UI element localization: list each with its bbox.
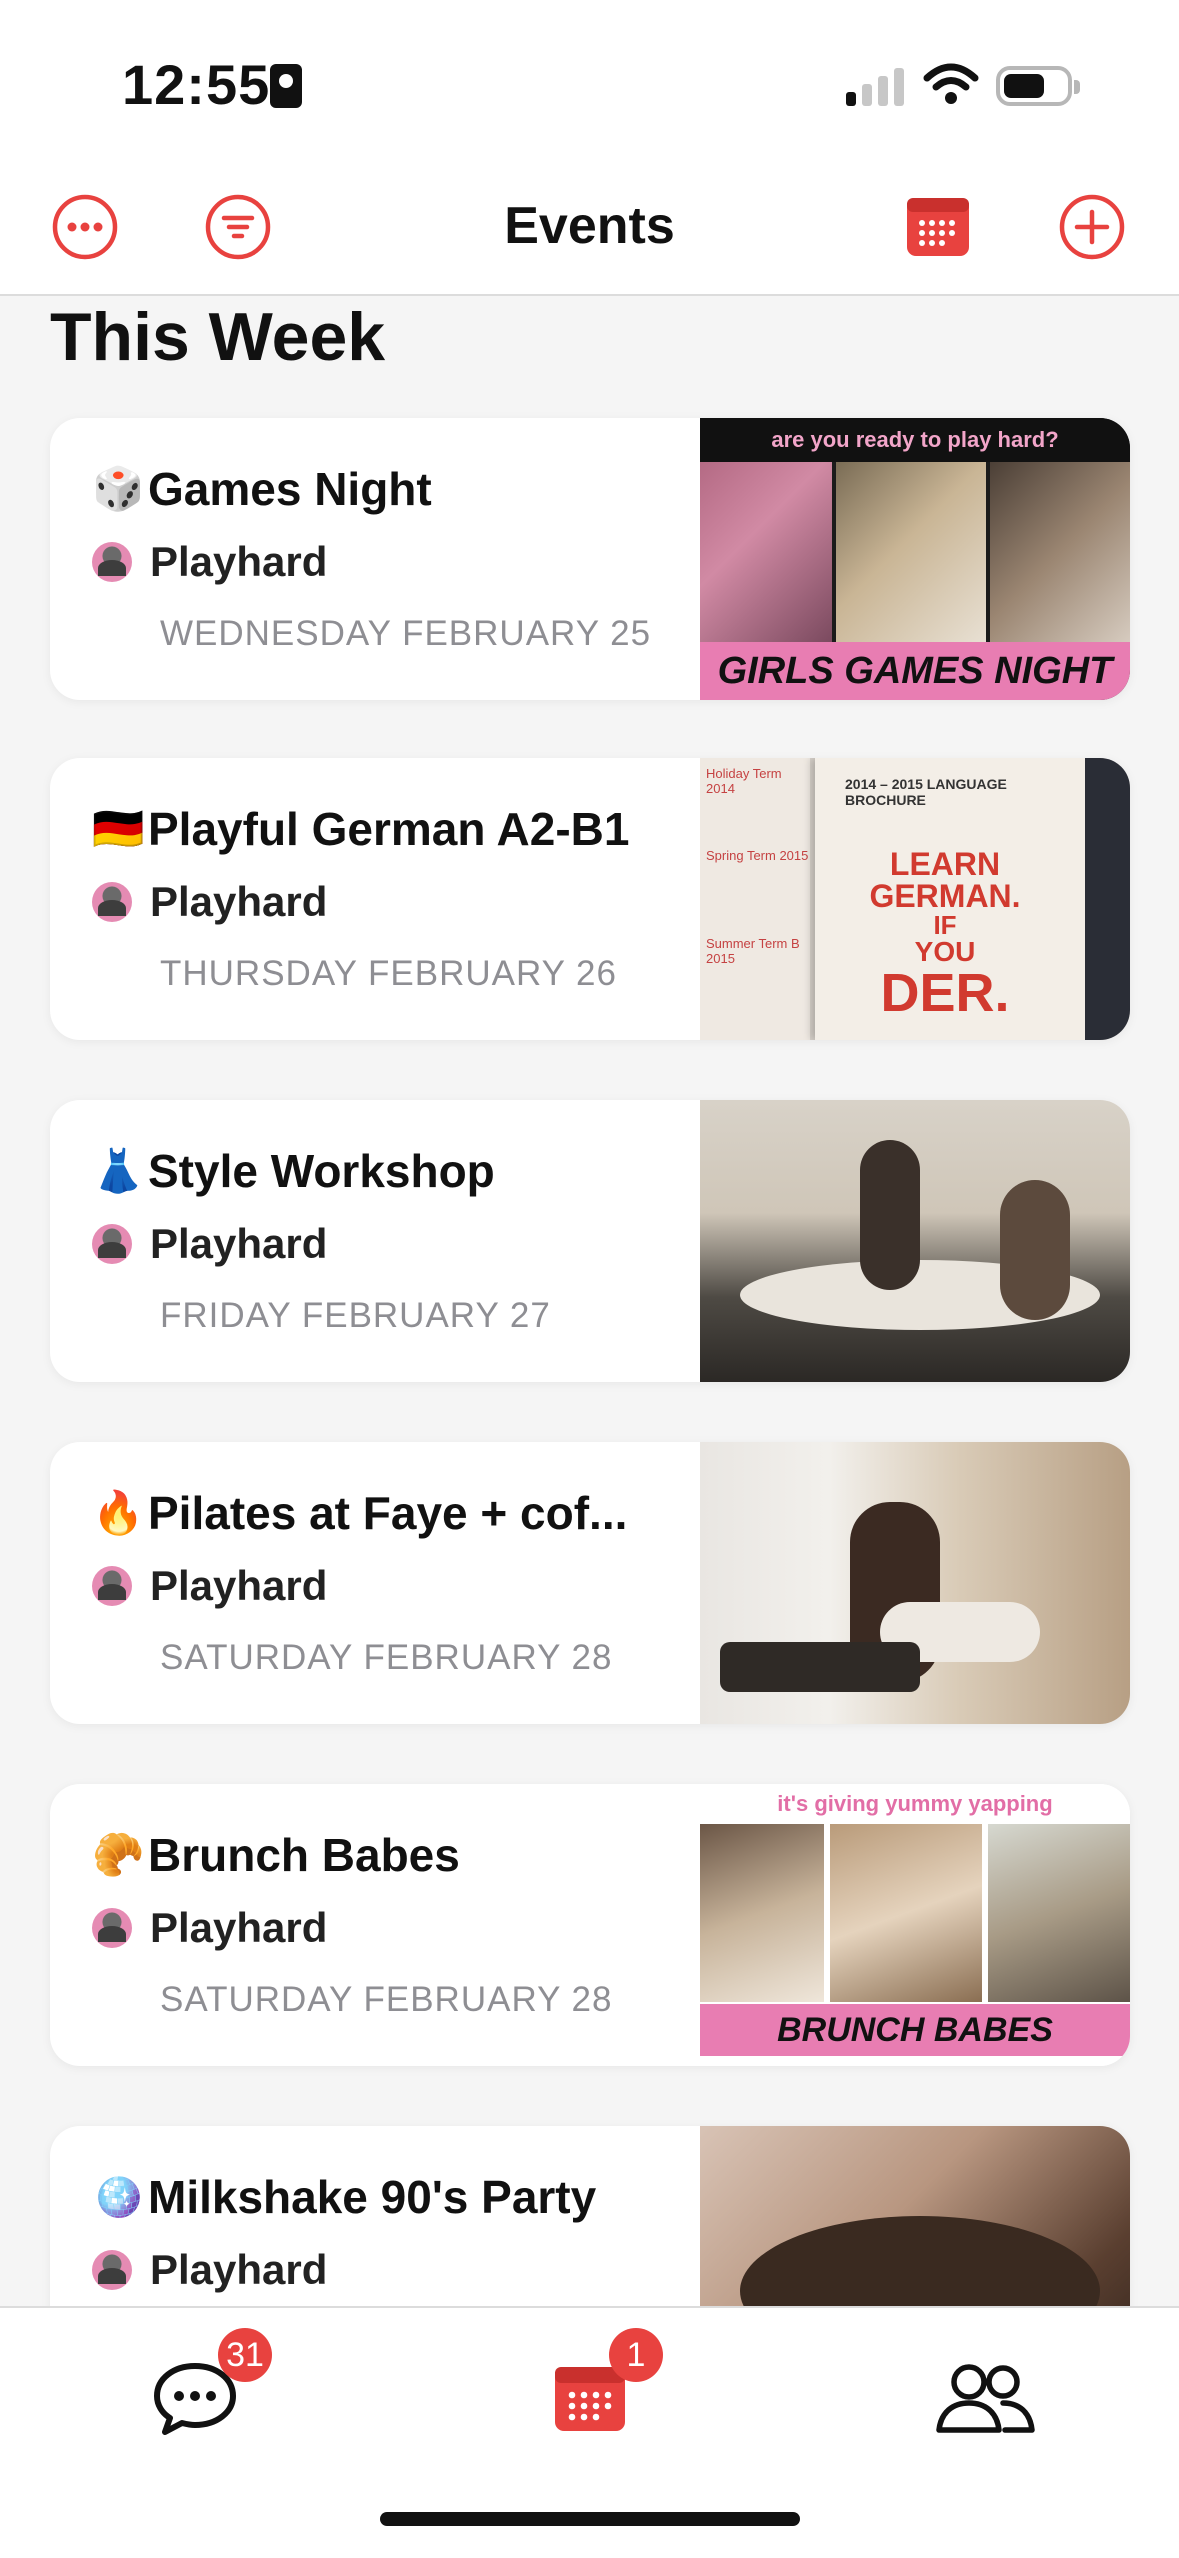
nav-bar: Events xyxy=(0,170,1179,296)
image-bottom-text: GIRLS GAMES NIGHT xyxy=(700,642,1130,700)
event-title: Playful German A2-B1 xyxy=(148,803,630,855)
people-icon xyxy=(936,2364,1035,2433)
fire-icon: 🔥 xyxy=(92,1488,145,1536)
dress-icon: 👗 xyxy=(92,1146,145,1194)
add-icon xyxy=(1059,194,1125,260)
event-title: Games Night xyxy=(148,463,432,515)
event-image xyxy=(700,1100,1130,1382)
croissant-icon: 🥐 xyxy=(92,1830,145,1878)
tab-chats[interactable]: 31 xyxy=(140,2328,272,2454)
event-card-games-night[interactable]: 🎲 Games Night Playhard WEDNESDAY FEBRUARY… xyxy=(50,418,1130,700)
event-date: WEDNESDAY FEBRUARY 25 xyxy=(160,614,652,653)
event-card-playful-german[interactable]: 🇩🇪 Playful German A2-B1 Playhard THURSDAY… xyxy=(50,758,1130,1040)
event-card-pilates[interactable]: 🔥 Pilates at Faye + cof... Playhard SATUR… xyxy=(50,1442,1130,1724)
battery-icon xyxy=(996,66,1080,106)
event-image xyxy=(700,1442,1130,1724)
home-indicator xyxy=(380,2512,800,2526)
wifi-icon xyxy=(923,63,979,104)
dice-icon: 🎲 xyxy=(92,464,145,512)
event-title: Pilates at Faye + cof... xyxy=(148,1487,628,1539)
event-title: Style Workshop xyxy=(148,1145,495,1197)
brochure-page: 2014 – 2015 LANGUAGE BROCHURE LEARN GERM… xyxy=(815,758,1085,1040)
host-avatar xyxy=(92,882,132,922)
tab-events[interactable]: 1 xyxy=(535,2328,663,2454)
host-avatar xyxy=(92,1908,132,1948)
calendar-icon xyxy=(907,198,969,256)
event-host: Playhard xyxy=(150,1904,328,1951)
event-host: Playhard xyxy=(150,878,328,925)
status-time: 12:55 xyxy=(122,53,271,116)
event-date: SATURDAY FEBRUARY 28 xyxy=(160,1980,613,2019)
event-image: are you ready to play hard? GIRLS GAMES … xyxy=(700,418,1130,700)
image-bottom-text: BRUNCH BABES xyxy=(700,2004,1130,2056)
calendar-icon xyxy=(555,2367,625,2431)
event-date: THURSDAY FEBRUARY 26 xyxy=(160,954,617,993)
id-card-icon xyxy=(270,64,302,108)
add-event-button[interactable] xyxy=(1057,192,1127,262)
host-avatar xyxy=(92,1224,132,1264)
status-bar: 12:55 xyxy=(0,0,1179,170)
event-title: Milkshake 90's Party xyxy=(148,2171,597,2223)
event-host: Playhard xyxy=(150,2246,328,2293)
events-badge: 1 xyxy=(609,2328,663,2382)
event-card-style-workshop[interactable]: 👗 Style Workshop Playhard FRIDAY FEBRUARY… xyxy=(50,1100,1130,1382)
brochure-side-page: Holiday Term 2014 Spring Term 2015 Summe… xyxy=(700,758,810,1040)
event-image: it's giving yummy yapping BRUNCH BABES xyxy=(700,1784,1130,2066)
image-top-text: it's giving yummy yapping xyxy=(777,1791,1053,1816)
event-title: Brunch Babes xyxy=(148,1829,460,1881)
host-avatar xyxy=(92,2250,132,2290)
event-image: Holiday Term 2014 Spring Term 2015 Summe… xyxy=(700,758,1130,1040)
tab-people[interactable] xyxy=(925,2344,1045,2454)
event-host: Playhard xyxy=(150,1562,328,1609)
event-date: FRIDAY FEBRUARY 27 xyxy=(160,1296,551,1335)
disco-ball-icon: 🪩 xyxy=(92,2172,145,2220)
calendar-button[interactable] xyxy=(903,192,973,262)
german-flag-icon: 🇩🇪 xyxy=(92,804,145,852)
event-host: Playhard xyxy=(150,1220,328,1267)
host-avatar xyxy=(92,542,132,582)
host-avatar xyxy=(92,1566,132,1606)
event-card-brunch-babes[interactable]: 🥐 Brunch Babes Playhard SATURDAY FEBRUARY… xyxy=(50,1784,1130,2066)
page-title: Events xyxy=(504,197,675,255)
event-date: SATURDAY FEBRUARY 28 xyxy=(160,1638,613,1677)
image-top-text: are you ready to play hard? xyxy=(700,418,1130,462)
signal-icon xyxy=(846,66,904,106)
chat-unread-badge: 31 xyxy=(218,2328,272,2382)
section-title: This Week xyxy=(50,299,386,375)
event-host: Playhard xyxy=(150,538,328,585)
